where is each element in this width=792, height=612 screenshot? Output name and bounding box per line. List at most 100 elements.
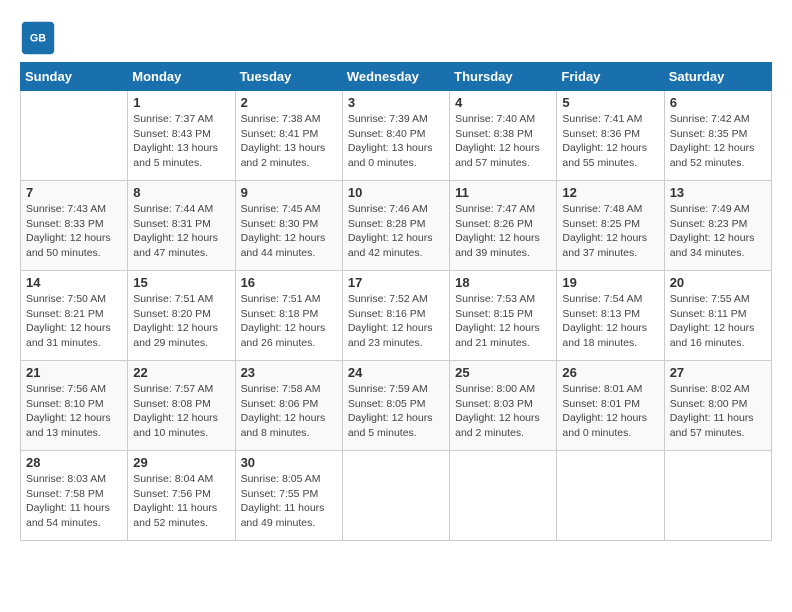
day-info: Sunrise: 7:40 AM Sunset: 8:38 PM Dayligh…	[455, 112, 551, 171]
day-info: Sunrise: 7:44 AM Sunset: 8:31 PM Dayligh…	[133, 202, 229, 261]
day-number: 28	[26, 455, 122, 470]
weekday-header-thursday: Thursday	[450, 63, 557, 91]
logo: GB	[20, 20, 60, 56]
day-info: Sunrise: 7:41 AM Sunset: 8:36 PM Dayligh…	[562, 112, 658, 171]
calendar-cell: 18 Sunrise: 7:53 AM Sunset: 8:15 PM Dayli…	[450, 271, 557, 361]
calendar-cell: 17 Sunrise: 7:52 AM Sunset: 8:16 PM Dayli…	[342, 271, 449, 361]
day-info: Sunrise: 7:47 AM Sunset: 8:26 PM Dayligh…	[455, 202, 551, 261]
calendar-cell: 7 Sunrise: 7:43 AM Sunset: 8:33 PM Daylig…	[21, 181, 128, 271]
day-number: 19	[562, 275, 658, 290]
calendar-cell: 22 Sunrise: 7:57 AM Sunset: 8:08 PM Dayli…	[128, 361, 235, 451]
day-number: 7	[26, 185, 122, 200]
day-info: Sunrise: 7:46 AM Sunset: 8:28 PM Dayligh…	[348, 202, 444, 261]
day-number: 10	[348, 185, 444, 200]
calendar-cell	[450, 451, 557, 541]
calendar-cell: 15 Sunrise: 7:51 AM Sunset: 8:20 PM Dayli…	[128, 271, 235, 361]
day-number: 23	[241, 365, 337, 380]
day-info: Sunrise: 7:54 AM Sunset: 8:13 PM Dayligh…	[562, 292, 658, 351]
day-number: 15	[133, 275, 229, 290]
calendar-cell: 26 Sunrise: 8:01 AM Sunset: 8:01 PM Dayli…	[557, 361, 664, 451]
day-info: Sunrise: 7:49 AM Sunset: 8:23 PM Dayligh…	[670, 202, 766, 261]
day-number: 8	[133, 185, 229, 200]
day-number: 3	[348, 95, 444, 110]
day-info: Sunrise: 8:05 AM Sunset: 7:55 PM Dayligh…	[241, 472, 337, 531]
calendar-cell: 9Sunrise: 7:45 AM Sunset: 8:30 PM Daylig…	[235, 181, 342, 271]
day-info: Sunrise: 8:03 AM Sunset: 7:58 PM Dayligh…	[26, 472, 122, 531]
weekday-header-tuesday: Tuesday	[235, 63, 342, 91]
day-number: 16	[241, 275, 337, 290]
calendar-cell	[342, 451, 449, 541]
weekday-header-sunday: Sunday	[21, 63, 128, 91]
calendar-cell: 4 Sunrise: 7:40 AM Sunset: 8:38 PM Daylig…	[450, 91, 557, 181]
day-info: Sunrise: 7:37 AM Sunset: 8:43 PM Dayligh…	[133, 112, 229, 171]
calendar-cell: 10 Sunrise: 7:46 AM Sunset: 8:28 PM Dayli…	[342, 181, 449, 271]
weekday-header-saturday: Saturday	[664, 63, 771, 91]
day-info: Sunrise: 7:43 AM Sunset: 8:33 PM Dayligh…	[26, 202, 122, 261]
day-number: 1	[133, 95, 229, 110]
day-info: Sunrise: 7:45 AM Sunset: 8:30 PM Dayligh…	[241, 202, 337, 261]
day-number: 25	[455, 365, 551, 380]
page-header: GB	[20, 20, 772, 56]
day-info: Sunrise: 7:53 AM Sunset: 8:15 PM Dayligh…	[455, 292, 551, 351]
day-info: Sunrise: 7:51 AM Sunset: 8:18 PM Dayligh…	[241, 292, 337, 351]
weekday-header-wednesday: Wednesday	[342, 63, 449, 91]
calendar-cell	[664, 451, 771, 541]
calendar-cell: 2Sunrise: 7:38 AM Sunset: 8:41 PM Daylig…	[235, 91, 342, 181]
calendar-cell: 5 Sunrise: 7:41 AM Sunset: 8:36 PM Daylig…	[557, 91, 664, 181]
day-info: Sunrise: 7:56 AM Sunset: 8:10 PM Dayligh…	[26, 382, 122, 441]
calendar-cell: 30Sunrise: 8:05 AM Sunset: 7:55 PM Dayli…	[235, 451, 342, 541]
day-number: 24	[348, 365, 444, 380]
calendar-cell: 1 Sunrise: 7:37 AM Sunset: 8:43 PM Daylig…	[128, 91, 235, 181]
calendar-cell: 14 Sunrise: 7:50 AM Sunset: 8:21 PM Dayli…	[21, 271, 128, 361]
weekday-header-monday: Monday	[128, 63, 235, 91]
day-number: 12	[562, 185, 658, 200]
weekday-header-friday: Friday	[557, 63, 664, 91]
calendar-cell	[557, 451, 664, 541]
day-info: Sunrise: 7:50 AM Sunset: 8:21 PM Dayligh…	[26, 292, 122, 351]
day-number: 18	[455, 275, 551, 290]
calendar-cell: 24 Sunrise: 7:59 AM Sunset: 8:05 PM Dayli…	[342, 361, 449, 451]
calendar-cell: 13 Sunrise: 7:49 AM Sunset: 8:23 PM Dayli…	[664, 181, 771, 271]
calendar-cell: 29 Sunrise: 8:04 AM Sunset: 7:56 PM Dayli…	[128, 451, 235, 541]
calendar-table: SundayMondayTuesdayWednesdayThursdayFrid…	[20, 62, 772, 541]
day-info: Sunrise: 7:58 AM Sunset: 8:06 PM Dayligh…	[241, 382, 337, 441]
day-info: Sunrise: 8:04 AM Sunset: 7:56 PM Dayligh…	[133, 472, 229, 531]
day-info: Sunrise: 7:57 AM Sunset: 8:08 PM Dayligh…	[133, 382, 229, 441]
calendar-cell: 28 Sunrise: 8:03 AM Sunset: 7:58 PM Dayli…	[21, 451, 128, 541]
day-number: 4	[455, 95, 551, 110]
calendar-cell: 8 Sunrise: 7:44 AM Sunset: 8:31 PM Daylig…	[128, 181, 235, 271]
day-number: 5	[562, 95, 658, 110]
day-number: 17	[348, 275, 444, 290]
day-info: Sunrise: 8:02 AM Sunset: 8:00 PM Dayligh…	[670, 382, 766, 441]
calendar-cell: 6Sunrise: 7:42 AM Sunset: 8:35 PM Daylig…	[664, 91, 771, 181]
day-number: 6	[670, 95, 766, 110]
calendar-cell: 3 Sunrise: 7:39 AM Sunset: 8:40 PM Daylig…	[342, 91, 449, 181]
calendar-cell: 16 Sunrise: 7:51 AM Sunset: 8:18 PM Dayli…	[235, 271, 342, 361]
day-info: Sunrise: 7:52 AM Sunset: 8:16 PM Dayligh…	[348, 292, 444, 351]
calendar-cell: 21Sunrise: 7:56 AM Sunset: 8:10 PM Dayli…	[21, 361, 128, 451]
day-info: Sunrise: 8:01 AM Sunset: 8:01 PM Dayligh…	[562, 382, 658, 441]
day-info: Sunrise: 7:59 AM Sunset: 8:05 PM Dayligh…	[348, 382, 444, 441]
day-number: 26	[562, 365, 658, 380]
day-info: Sunrise: 7:51 AM Sunset: 8:20 PM Dayligh…	[133, 292, 229, 351]
day-number: 11	[455, 185, 551, 200]
svg-text:GB: GB	[30, 33, 46, 45]
calendar-cell	[21, 91, 128, 181]
day-info: Sunrise: 7:55 AM Sunset: 8:11 PM Dayligh…	[670, 292, 766, 351]
day-number: 29	[133, 455, 229, 470]
day-number: 13	[670, 185, 766, 200]
day-number: 2	[241, 95, 337, 110]
day-info: Sunrise: 7:48 AM Sunset: 8:25 PM Dayligh…	[562, 202, 658, 261]
calendar-cell: 23 Sunrise: 7:58 AM Sunset: 8:06 PM Dayli…	[235, 361, 342, 451]
day-number: 27	[670, 365, 766, 380]
calendar-cell: 27 Sunrise: 8:02 AM Sunset: 8:00 PM Dayli…	[664, 361, 771, 451]
calendar-cell: 19 Sunrise: 7:54 AM Sunset: 8:13 PM Dayli…	[557, 271, 664, 361]
calendar-cell: 25 Sunrise: 8:00 AM Sunset: 8:03 PM Dayli…	[450, 361, 557, 451]
logo-icon: GB	[20, 20, 56, 56]
calendar-cell: 12 Sunrise: 7:48 AM Sunset: 8:25 PM Dayli…	[557, 181, 664, 271]
day-info: Sunrise: 7:39 AM Sunset: 8:40 PM Dayligh…	[348, 112, 444, 171]
day-number: 14	[26, 275, 122, 290]
day-number: 20	[670, 275, 766, 290]
day-number: 22	[133, 365, 229, 380]
day-info: Sunrise: 8:00 AM Sunset: 8:03 PM Dayligh…	[455, 382, 551, 441]
